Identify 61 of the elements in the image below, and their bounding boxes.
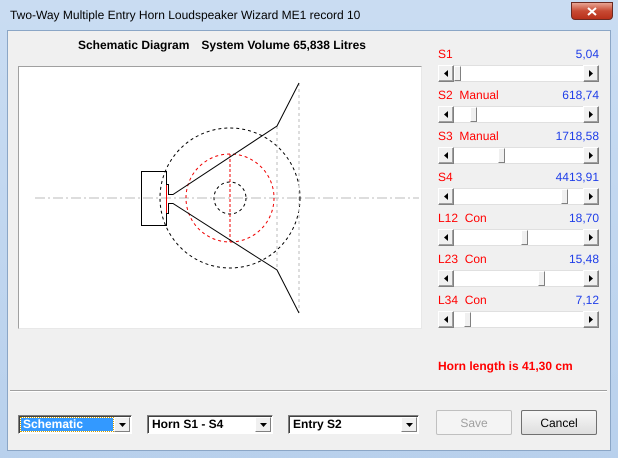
parameter-value: 1718,58 xyxy=(556,129,599,145)
slider-thumb[interactable] xyxy=(561,189,568,204)
slider-thumb[interactable] xyxy=(470,107,477,122)
right-arrow-icon xyxy=(589,316,593,323)
left-arrow-icon xyxy=(444,70,448,77)
scroll-left-button[interactable] xyxy=(438,106,454,123)
close-icon xyxy=(587,6,597,16)
parameter-label: L34 Con xyxy=(438,293,487,309)
horn-length-text: Horn length is 41,30 cm xyxy=(438,359,574,373)
parameter-value: 15,48 xyxy=(568,252,599,268)
scroll-right-button[interactable] xyxy=(583,106,599,123)
left-arrow-icon xyxy=(444,111,448,118)
parameter-label: S3 Manual xyxy=(438,129,499,145)
right-arrow-icon xyxy=(589,275,593,282)
parameter-value: 18,70 xyxy=(568,211,599,227)
slider-thumb[interactable] xyxy=(454,66,461,81)
dropdown[interactable]: Horn S1 - S4 xyxy=(147,415,273,434)
parameter-value: 5,04 xyxy=(576,47,599,63)
right-arrow-icon xyxy=(589,234,593,241)
system-volume: System Volume 65,838 Litres xyxy=(201,38,366,54)
scroll-left-button[interactable] xyxy=(438,311,454,328)
parameter-value: 7,12 xyxy=(576,293,599,309)
window-title: Two-Way Multiple Entry Horn Loudspeaker Wizard ME1 record 10 xyxy=(9,8,360,22)
parameter-label: S1 xyxy=(438,47,453,63)
parameter-label: L23 Con xyxy=(438,252,487,268)
scroll-right-button[interactable] xyxy=(583,188,599,205)
left-arrow-icon xyxy=(444,234,448,241)
parameter-label: L12 Con xyxy=(438,211,487,227)
scroll-right-button[interactable] xyxy=(583,65,599,82)
scroll-left-button[interactable] xyxy=(438,147,454,164)
parameter-label: S2 Manual xyxy=(438,88,499,104)
slider-thumb[interactable] xyxy=(538,271,546,286)
slider-thumb[interactable] xyxy=(521,230,528,245)
scroll-left-button[interactable] xyxy=(438,65,454,82)
scroll-right-button[interactable] xyxy=(583,311,599,328)
parameter-value: 4413,91 xyxy=(556,170,599,186)
scroll-left-button[interactable] xyxy=(438,270,454,287)
left-arrow-icon xyxy=(444,316,448,323)
close-button[interactable] xyxy=(571,2,613,20)
dropdown-arrow-icon xyxy=(406,422,412,426)
parameter-value: 618,74 xyxy=(562,88,599,104)
right-arrow-icon xyxy=(589,152,593,159)
left-arrow-icon xyxy=(444,193,448,200)
cancel-button[interactable]: Cancel xyxy=(521,410,597,435)
left-arrow-icon xyxy=(444,152,448,159)
slider-thumb[interactable] xyxy=(498,148,505,163)
dropdown-arrow-icon xyxy=(260,422,266,426)
right-arrow-icon xyxy=(589,111,593,118)
dropdown-arrow-icon xyxy=(118,422,126,426)
left-arrow-icon xyxy=(444,275,448,282)
dropdown[interactable]: Entry S2 xyxy=(288,415,419,434)
scroll-left-button[interactable] xyxy=(438,188,454,205)
parameter-label: S4 xyxy=(438,170,453,186)
right-arrow-icon xyxy=(589,70,593,77)
slider-thumb[interactable] xyxy=(464,312,471,327)
scroll-right-button[interactable] xyxy=(583,229,599,246)
right-arrow-icon xyxy=(589,193,593,200)
diagram-heading: Schematic Diagram xyxy=(78,38,190,54)
scroll-right-button[interactable] xyxy=(583,147,599,164)
scroll-left-button[interactable] xyxy=(438,229,454,246)
scroll-right-button[interactable] xyxy=(583,270,599,287)
